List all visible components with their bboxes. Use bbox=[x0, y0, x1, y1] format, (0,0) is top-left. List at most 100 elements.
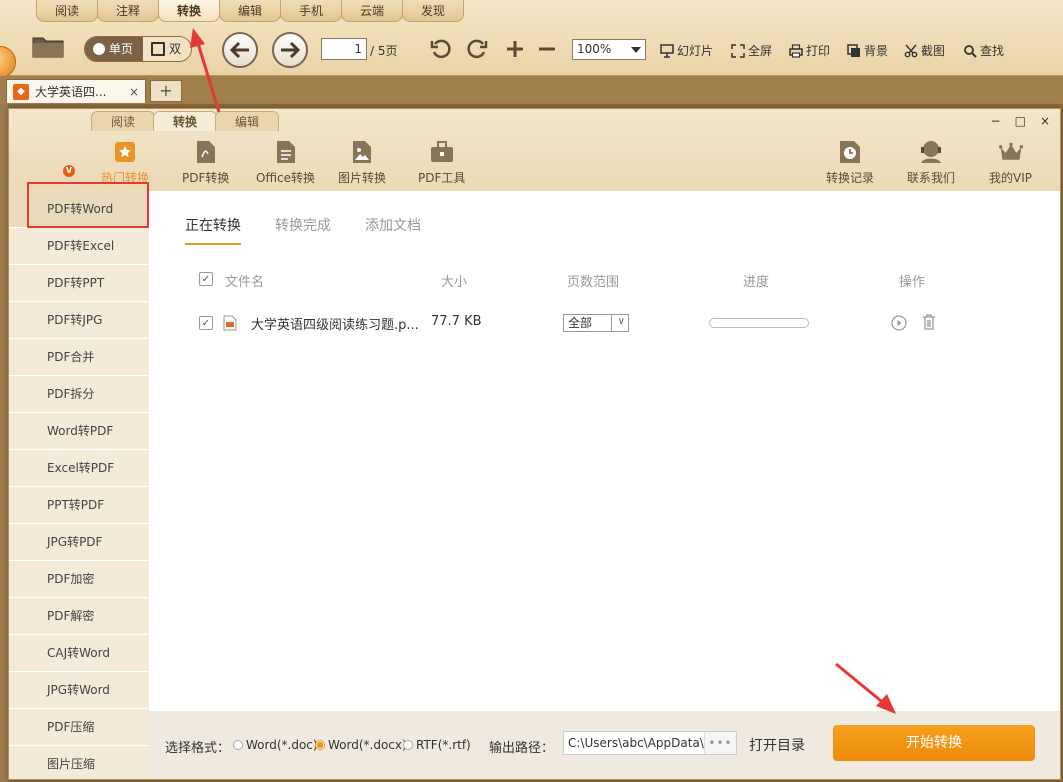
sidebar-item-caj-to-word[interactable]: CAJ转Word bbox=[9, 635, 149, 672]
document-tab-bar: ◆ 大学英语四... × + bbox=[0, 76, 1063, 104]
trash-icon[interactable] bbox=[921, 314, 937, 334]
menu-tab-discover[interactable]: 发现 bbox=[402, 0, 464, 22]
format-option-doc[interactable]: Word(*.doc) bbox=[233, 738, 318, 752]
rotate-right-icon[interactable] bbox=[466, 38, 488, 60]
left-edge-strip bbox=[0, 104, 8, 782]
dialog-tab-edit[interactable]: 编辑 bbox=[215, 111, 279, 131]
sidebar-item-pdf-to-word[interactable]: PDF转Word bbox=[9, 191, 149, 228]
table-row: ✓ 大学英语四级阅读练习题.p... 77.7 KB 全部 ∨ bbox=[199, 313, 1019, 335]
dropdown-arrow-icon bbox=[631, 47, 641, 53]
category-office-convert[interactable]: Office转换 bbox=[256, 139, 315, 186]
sidebar-item-pdf-decrypt[interactable]: PDF解密 bbox=[9, 598, 149, 635]
pdf-file-icon: ◆ bbox=[13, 83, 29, 100]
tab-completed[interactable]: 转换完成 bbox=[275, 215, 331, 245]
office-doc-icon bbox=[274, 139, 298, 165]
menu-tab-read[interactable]: 阅读 bbox=[36, 0, 98, 22]
browse-path-button[interactable]: ••• bbox=[704, 732, 736, 754]
scissors-icon bbox=[904, 44, 918, 58]
background-label: 背景 bbox=[864, 44, 889, 58]
menu-tab-cloud[interactable]: 云端 bbox=[341, 0, 403, 22]
menu-tab-mobile[interactable]: 手机 bbox=[280, 0, 342, 22]
minimize-icon[interactable]: − bbox=[991, 114, 1001, 128]
zoom-in-icon[interactable] bbox=[504, 38, 526, 60]
category-hot-convert-label: 热门转换 bbox=[101, 171, 150, 185]
open-directory-link[interactable]: 打开目录 bbox=[749, 735, 805, 755]
my-vip-button[interactable]: 我的VIP bbox=[989, 139, 1032, 186]
page-range-select[interactable]: 全部 ∨ bbox=[563, 314, 629, 332]
screenshot-button[interactable]: 截图 bbox=[904, 42, 945, 59]
category-pdf-convert[interactable]: PDF转换 bbox=[182, 139, 229, 186]
format-label: 选择格式： bbox=[165, 741, 231, 756]
row-checkbox[interactable]: ✓ bbox=[199, 316, 213, 330]
sidebar-item-pdf-to-excel[interactable]: PDF转Excel bbox=[9, 228, 149, 265]
fullscreen-button[interactable]: 全屏 bbox=[731, 42, 772, 59]
sidebar-item-jpg-to-word[interactable]: JPG转Word bbox=[9, 672, 149, 709]
slideshow-button[interactable]: 幻灯片 bbox=[660, 42, 713, 59]
contact-us-button[interactable]: 联系我们 bbox=[907, 139, 955, 186]
find-button[interactable]: 查找 bbox=[963, 42, 1004, 59]
category-hot-convert[interactable]: 热门转换 bbox=[101, 139, 149, 186]
main-toolbar: 单页 双 1 / 5页 100% 幻灯片 全屏 打印 背景 截图 查找 bbox=[0, 26, 1063, 78]
open-folder-icon[interactable] bbox=[32, 34, 64, 58]
close-icon[interactable]: × bbox=[1040, 114, 1050, 128]
sidebar-item-pdf-merge[interactable]: PDF合并 bbox=[9, 339, 149, 376]
start-convert-button[interactable]: 开始转换 bbox=[833, 725, 1035, 761]
menu-tab-annotate[interactable]: 注释 bbox=[97, 0, 159, 22]
clock-icon bbox=[838, 139, 862, 165]
sidebar-item-image-compress[interactable]: 图片压缩 bbox=[9, 746, 149, 779]
pdf-file-icon bbox=[223, 315, 237, 335]
sidebar-item-pdf-to-jpg[interactable]: PDF转JPG bbox=[9, 302, 149, 339]
category-pdf-tools[interactable]: PDF工具 bbox=[418, 139, 465, 186]
toolbox-icon bbox=[430, 139, 454, 165]
format-option-docx[interactable]: Word(*.docx) bbox=[315, 738, 407, 752]
category-image-convert-label: 图片转换 bbox=[338, 171, 387, 185]
page-total-label: / 5页 bbox=[370, 44, 398, 58]
output-path-field[interactable]: C:\Users\abc\AppData\ ••• bbox=[563, 731, 737, 755]
maximize-icon[interactable]: □ bbox=[1015, 114, 1026, 128]
print-button[interactable]: 打印 bbox=[789, 42, 830, 59]
background-icon bbox=[847, 43, 861, 58]
crown-icon bbox=[998, 139, 1023, 165]
sidebar-item-pdf-to-ppt[interactable]: PDF转PPT bbox=[9, 265, 149, 302]
sidebar-item-ppt-to-pdf[interactable]: PPT转PDF bbox=[9, 487, 149, 524]
tab-converting[interactable]: 正在转换 bbox=[185, 215, 241, 245]
radio-docx[interactable] bbox=[315, 740, 325, 750]
rotate-left-icon[interactable] bbox=[430, 38, 452, 60]
zoom-select[interactable]: 100% bbox=[572, 39, 646, 60]
format-option-rtf[interactable]: RTF(*.rtf) bbox=[403, 738, 471, 752]
sidebar-item-excel-to-pdf[interactable]: Excel转PDF bbox=[9, 450, 149, 487]
sidebar-item-pdf-encrypt[interactable]: PDF加密 bbox=[9, 561, 149, 598]
close-tab-icon[interactable]: × bbox=[129, 85, 139, 99]
sidebar-item-jpg-to-pdf[interactable]: JPG转PDF bbox=[9, 524, 149, 561]
category-pdf-convert-label: PDF转换 bbox=[182, 171, 230, 185]
sidebar-item-pdf-compress[interactable]: PDF压缩 bbox=[9, 709, 149, 746]
page-range-value: 全部 bbox=[568, 316, 593, 330]
category-image-convert[interactable]: 图片转换 bbox=[338, 139, 386, 186]
header-actions: 操作 bbox=[899, 275, 926, 290]
document-tab[interactable]: ◆ 大学英语四... × bbox=[6, 79, 146, 103]
background-button[interactable]: 背景 bbox=[847, 42, 888, 59]
dialog-tab-read[interactable]: 阅读 bbox=[91, 111, 155, 131]
menu-tab-convert[interactable]: 转换 bbox=[158, 0, 220, 22]
sidebar-item-word-to-pdf[interactable]: Word转PDF bbox=[9, 413, 149, 450]
dialog-tab-convert[interactable]: 转换 bbox=[153, 111, 217, 131]
sidebar-item-pdf-split[interactable]: PDF拆分 bbox=[9, 376, 149, 413]
single-page-button[interactable]: 单页 bbox=[85, 37, 144, 61]
radio-doc[interactable] bbox=[233, 740, 243, 750]
play-icon[interactable] bbox=[891, 315, 907, 335]
tab-add-document[interactable]: 添加文档 bbox=[365, 215, 421, 245]
prev-page-button[interactable] bbox=[222, 32, 258, 68]
new-tab-button[interactable]: + bbox=[150, 80, 182, 102]
radio-rtf[interactable] bbox=[403, 740, 413, 750]
page-number-input[interactable]: 1 bbox=[321, 38, 367, 60]
menu-tab-edit[interactable]: 编辑 bbox=[219, 0, 281, 22]
header-file-name: 文件名 bbox=[225, 275, 265, 290]
zoom-out-icon[interactable] bbox=[536, 38, 558, 60]
next-page-button[interactable] bbox=[272, 32, 308, 68]
select-all-checkbox[interactable]: ✓ bbox=[199, 272, 213, 286]
print-label: 打印 bbox=[806, 44, 831, 58]
fullscreen-label: 全屏 bbox=[748, 44, 773, 58]
double-page-button[interactable]: 双 bbox=[143, 37, 192, 61]
conversion-history-button[interactable]: 转换记录 bbox=[826, 139, 874, 186]
app-logo-icon[interactable] bbox=[0, 46, 16, 78]
